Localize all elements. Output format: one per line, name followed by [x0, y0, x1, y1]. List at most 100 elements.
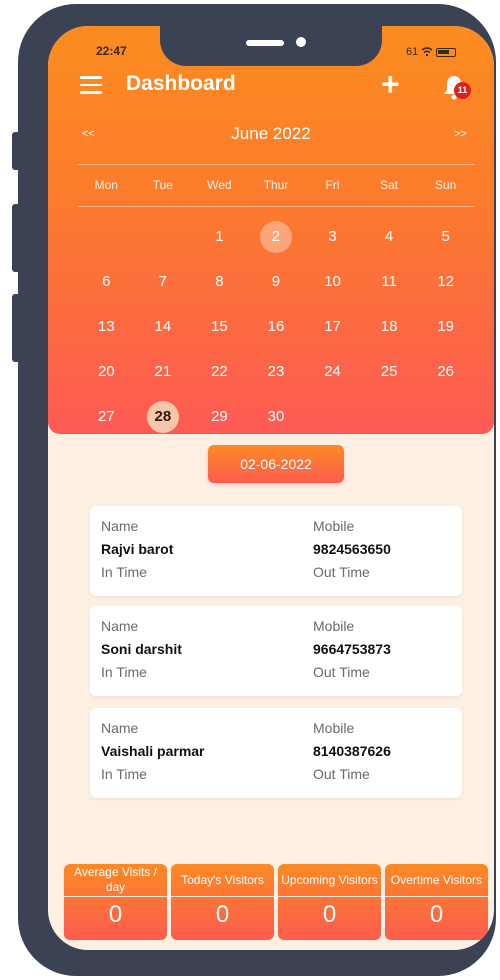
calendar-day[interactable]: 21: [135, 349, 192, 394]
weekday-label: Sun: [434, 178, 457, 192]
calendar-day[interactable]: 15: [191, 304, 248, 349]
menu-icon[interactable]: [80, 76, 102, 94]
calendar-week: 27 28 29 30: [78, 394, 474, 439]
calendar-day[interactable]: 24: [304, 349, 361, 394]
calendar-day[interactable]: 16: [248, 304, 305, 349]
calendar-day-number: 7: [158, 273, 168, 290]
name-label: Name: [101, 618, 139, 634]
calendar-day-number: [430, 401, 462, 433]
calendar-week: 6 7 8 9 10 11 12: [78, 259, 474, 304]
visitor-mobile: 9824563650: [313, 541, 391, 557]
calendar-day[interactable]: 12: [417, 259, 474, 304]
out-time-label: Out Time: [313, 664, 370, 680]
visitor-card[interactable]: Name Rajvi barot In Time Mobile 9824563650 Ou…: [90, 506, 462, 596]
volume-down-button: [12, 294, 20, 362]
calendar-day-number: 23: [267, 363, 285, 380]
calendar-empty-cell: [135, 214, 192, 259]
calendar-day-number: 6: [102, 273, 111, 290]
calendar-day-number: 24: [324, 363, 341, 380]
stat-value: 0: [108, 901, 123, 928]
calendar-day[interactable]: 11: [361, 259, 418, 304]
visitor-card[interactable]: Name Soni darshit In Time Mobile 9664753873 O…: [90, 606, 462, 696]
next-month-button[interactable]: >>: [454, 128, 467, 140]
calendar-day[interactable]: 30: [248, 394, 305, 439]
stat-label: Today's Visitors: [171, 864, 274, 897]
stat-card[interactable]: Today's Visitors 0: [171, 864, 274, 940]
divider: [78, 164, 474, 165]
calendar-day[interactable]: 9: [248, 259, 305, 304]
stat-card[interactable]: Average Visits / day 0: [64, 864, 167, 940]
stats-bar: Average Visits / day 0 Today's Visitors 0 Up…: [64, 864, 488, 944]
name-label: Name: [101, 720, 139, 736]
notch: [160, 26, 382, 66]
calendar-day-number: 4: [384, 228, 394, 245]
plus-icon[interactable]: +: [381, 68, 400, 100]
weekday-label: Thur: [263, 178, 289, 192]
stat-card[interactable]: Upcoming Visitors 0: [278, 864, 381, 940]
stat-label: Upcoming Visitors: [278, 864, 381, 897]
calendar-day-number: [90, 221, 122, 253]
calendar-day[interactable]: 29: [191, 394, 248, 439]
calendar-day-number: 3: [328, 228, 337, 245]
calendar-day[interactable]: 6: [78, 259, 135, 304]
calendar-day-number: 1: [215, 228, 224, 245]
wifi-icon: [421, 47, 433, 57]
calendar-day[interactable]: 7: [135, 259, 192, 304]
calendar-day-number: 29: [211, 408, 228, 425]
weekday-label: Fri: [325, 178, 340, 192]
calendar-day[interactable]: 14: [135, 304, 192, 349]
in-time-label: In Time: [101, 564, 147, 580]
name-label: Name: [101, 518, 139, 534]
calendar-day[interactable]: 22: [191, 349, 248, 394]
calendar-week: 13 14 15 16 17 18 19: [78, 304, 474, 349]
calendar-day[interactable]: 26: [417, 349, 474, 394]
calendar-day[interactable]: 8: [191, 259, 248, 304]
calendar-week: 20 21 22 23 24 25 26: [78, 349, 474, 394]
weekday-label: Wed: [207, 178, 232, 192]
calendar-day[interactable]: 5: [417, 214, 474, 259]
status-time: 22:47: [96, 44, 127, 58]
out-time-label: Out Time: [313, 766, 370, 782]
stat-value: 0: [322, 901, 337, 928]
camera: [296, 37, 306, 47]
speaker: [246, 40, 284, 46]
calendar-day[interactable]: 17: [304, 304, 361, 349]
battery-icon: [436, 47, 457, 57]
calendar-day[interactable]: 27: [78, 394, 135, 439]
calendar-day[interactable]: 20: [78, 349, 135, 394]
page-title: Dashboard: [126, 72, 236, 95]
calendar-day[interactable]: 4: [361, 214, 418, 259]
calendar-day-number: 22: [211, 363, 228, 380]
calendar-day[interactable]: 13: [78, 304, 135, 349]
weekday-label: Tue: [152, 178, 173, 192]
calendar-day[interactable]: 18: [361, 304, 418, 349]
calendar-grid: 1 2 3 4 5 6 7 8 9 10 11 12 13 14 15 16 17 18 19 20 21 22 23 24 2…: [78, 214, 474, 439]
calendar-day[interactable]: 3: [304, 214, 361, 259]
mobile-label: Mobile: [313, 720, 355, 736]
calendar-day[interactable]: 19: [417, 304, 474, 349]
visitor-mobile: 9664753873: [313, 641, 391, 657]
calendar-day[interactable]: 1: [191, 214, 248, 259]
calendar-day[interactable]: 10: [304, 259, 361, 304]
calendar-empty-cell: [304, 394, 361, 439]
calendar-day-number: 25: [380, 363, 398, 380]
visitor-card[interactable]: Name Vaishali parmar In Time Mobile 81403876…: [90, 708, 462, 798]
calendar-day[interactable]: 2: [248, 214, 305, 259]
calendar-day[interactable]: 23: [248, 349, 305, 394]
mobile-label: Mobile: [313, 518, 355, 534]
visitor-name: Rajvi barot: [101, 541, 174, 557]
in-time-label: In Time: [101, 766, 147, 782]
out-time-label: Out Time: [313, 564, 370, 580]
calendar-day[interactable]: 28: [135, 394, 192, 439]
calendar-empty-cell: [361, 394, 418, 439]
status-right: 61: [406, 46, 457, 58]
calendar-day-number: 16: [267, 318, 285, 335]
stat-card[interactable]: Overtime Visitors 0: [385, 864, 488, 940]
selected-date-button[interactable]: 02-06-2022: [208, 445, 344, 483]
top-bar: Dashboard + 11: [48, 68, 494, 104]
app-screen: 22:47 61 Dashboard + 11 << June 2022 >> …: [48, 26, 494, 950]
stat-label: Average Visits / day: [64, 864, 167, 897]
divider: [78, 206, 474, 207]
calendar-day[interactable]: 25: [361, 349, 418, 394]
visitor-mobile: 8140387626: [313, 743, 391, 759]
